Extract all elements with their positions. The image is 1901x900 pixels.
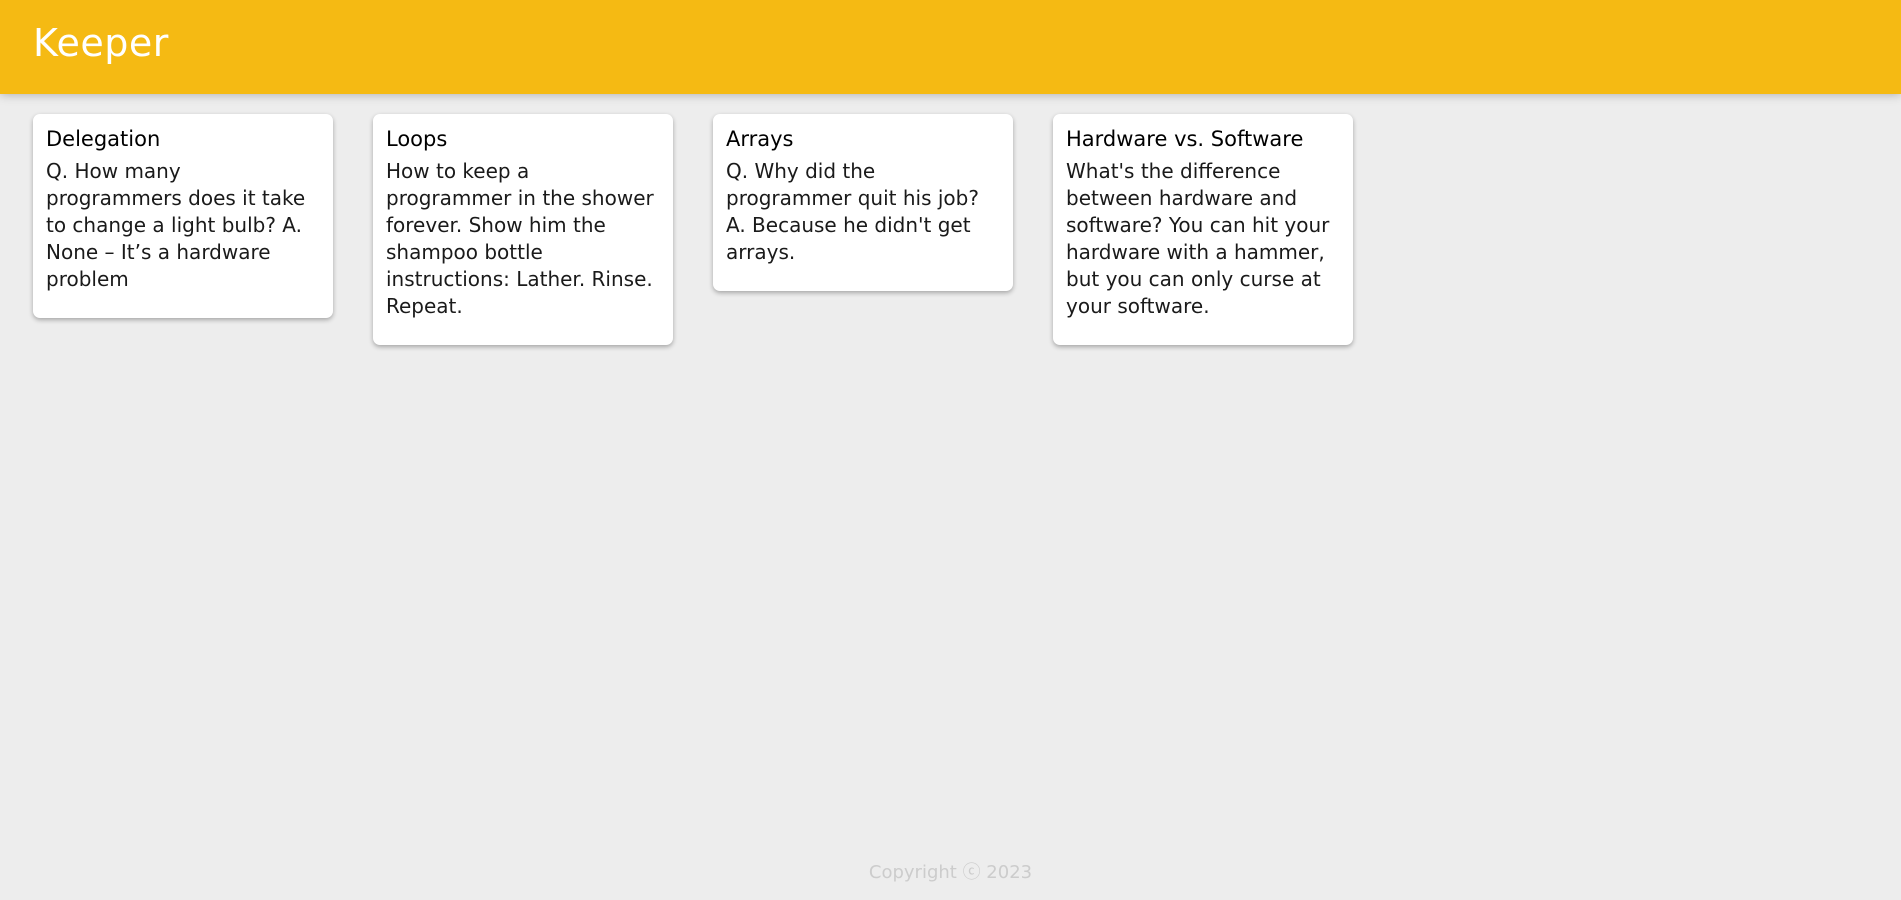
copyright-text: Copyright ⓒ 2023 [868,862,1033,883]
note-title: Hardware vs. Software [1066,127,1304,151]
note-content: How to keep a programmer in the shower f… [386,159,661,319]
notes-grid: Delegation Q. How many programmers does … [33,114,1353,346]
note-card[interactable]: Delegation Q. How many programmers does … [33,114,333,319]
note-title: Loops [386,127,448,151]
note-card[interactable]: Loops How to keep a programmer in the sh… [373,114,673,346]
note-card[interactable]: Arrays Q. Why did the programmer quit hi… [713,114,1013,292]
app-header: Keeper [0,0,1901,94]
note-title: Arrays [726,127,794,151]
note-card[interactable]: Hardware vs. Software What's the differe… [1053,114,1353,346]
note-content: Q. Why did the programmer quit his job? … [726,159,986,265]
footer: Copyright ⓒ 2023 [0,858,1901,884]
note-content: What's the difference between hardware a… [1066,159,1336,319]
keeper-app: Keeper Delegation Q. How many programmer… [0,0,1901,900]
note-content: Q. How many programmers does it take to … [46,159,312,292]
note-title: Delegation [46,127,161,151]
app-title: Keeper [33,21,169,65]
